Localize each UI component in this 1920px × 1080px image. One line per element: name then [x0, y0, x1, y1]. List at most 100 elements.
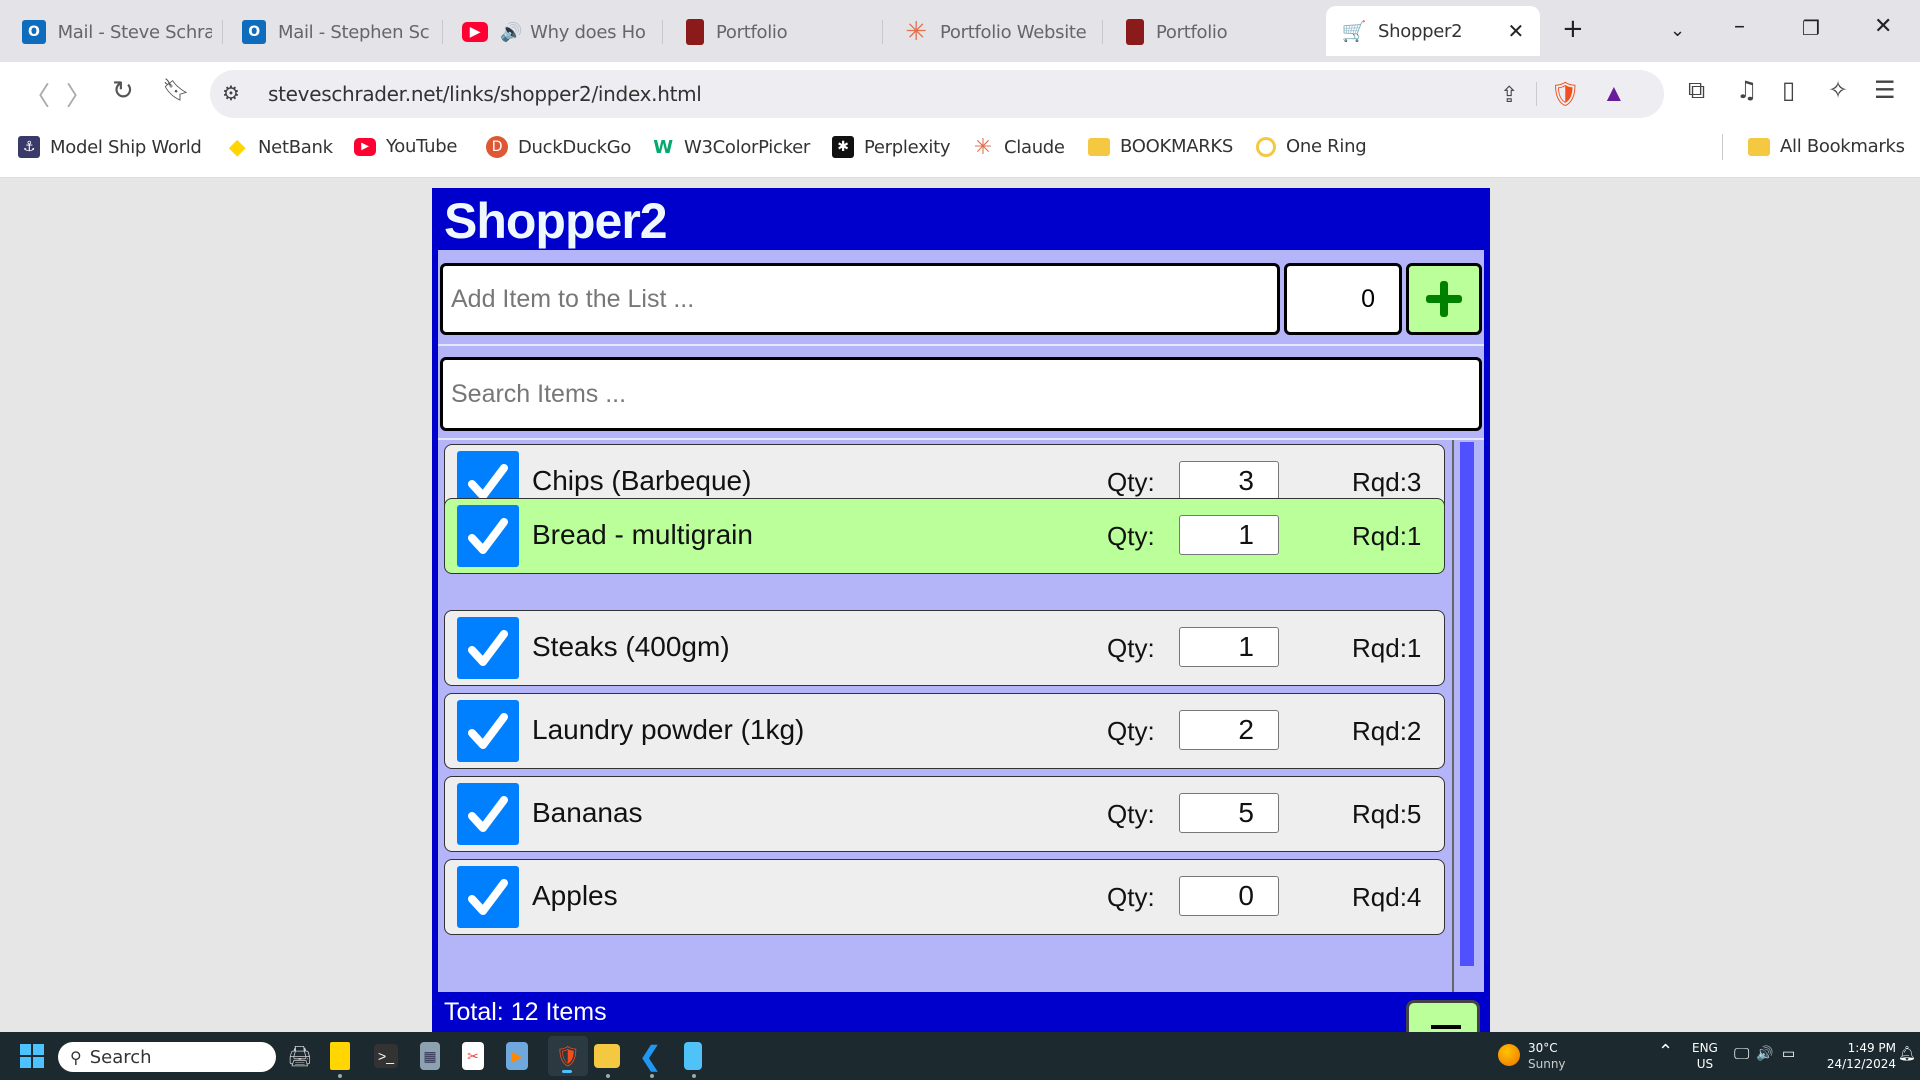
search-input[interactable]: Search Items ...: [440, 357, 1482, 431]
tab-portfolio[interactable]: Portfolio: [686, 12, 876, 52]
bookmark-netbank[interactable]: ◆ NetBank: [226, 135, 333, 160]
site-settings-icon[interactable]: ⚙: [222, 81, 240, 106]
tab-mail-stephen[interactable]: O Mail - Stephen Sc: [242, 12, 432, 52]
bookmark-page-icon[interactable]: 🔖︎: [162, 78, 190, 103]
qty-label: Qty:: [1107, 716, 1155, 746]
bookmark-label: One Ring: [1286, 136, 1367, 157]
tab-mail-steve[interactable]: O Mail - Steve Schra: [22, 12, 212, 52]
close-window-button[interactable]: ✕: [1874, 14, 1892, 39]
bookmark-w3colorpicker[interactable]: W W3ColorPicker: [652, 136, 810, 158]
item-qty-input[interactable]: 5: [1179, 793, 1279, 833]
url-text[interactable]: steveschrader.net/links/shopper2/index.h…: [268, 82, 702, 106]
item-checkbox[interactable]: [457, 700, 519, 762]
running-indicator: [606, 1074, 610, 1078]
add-item-qty-input[interactable]: 0: [1284, 263, 1402, 335]
calculator-icon[interactable]: ▦: [420, 1042, 440, 1070]
sticky-notes-icon[interactable]: [330, 1042, 350, 1070]
tab-separator: [222, 20, 223, 44]
bookmark-duckduckgo[interactable]: D DuckDuckGo: [486, 136, 631, 158]
list-item[interactable]: Steaks (400gm) Qty: 1 Rqd:1: [444, 610, 1445, 686]
list-item[interactable]: Laundry powder (1kg) Qty: 2 Rqd:2: [444, 693, 1445, 769]
tab-label: Why does Ho: [530, 21, 646, 43]
sidebar-icon[interactable]: ▯: [1782, 76, 1795, 104]
media-player-icon[interactable]: ▶: [506, 1042, 528, 1070]
scanner-app-icon[interactable]: 🖨: [286, 1042, 314, 1070]
folder-icon: [1088, 137, 1110, 156]
bookmark-one-ring[interactable]: One Ring: [1256, 136, 1367, 157]
language-line2: US: [1696, 1057, 1714, 1071]
model-ship-world-icon: ⚓: [18, 136, 40, 158]
list-item[interactable]: Bread - multigrain Qty: 1 Rqd:1: [444, 498, 1445, 574]
weather-widget[interactable]: 30°C Sunny: [1528, 1040, 1566, 1072]
item-checkbox[interactable]: [457, 617, 519, 679]
item-list: Chips (Barbeque) Qty: 3 Rqd:3 Bread - multig…: [438, 440, 1452, 992]
item-qty-input[interactable]: 3: [1179, 461, 1279, 501]
forward-button[interactable]: 〉: [66, 76, 92, 113]
tab-strip: O Mail - Steve Schra O Mail - Stephen Sc…: [0, 0, 1920, 62]
item-qty-input[interactable]: 2: [1179, 710, 1279, 750]
tab-search-chevron-icon[interactable]: ⌄: [1670, 20, 1685, 41]
bookmark-claude[interactable]: ✳ Claude: [972, 135, 1065, 160]
tab-separator: [442, 20, 443, 44]
brave-rewards-icon[interactable]: ▲: [1602, 80, 1626, 108]
item-qty-input[interactable]: 1: [1179, 627, 1279, 667]
item-checkbox[interactable]: [457, 866, 519, 928]
bookmark-model-ship-world[interactable]: ⚓ Model Ship World: [18, 136, 202, 158]
tab-shopper2[interactable]: 🛒 Shopper2 ✕: [1326, 6, 1540, 56]
clock[interactable]: 1:49 PM 24/12/2024: [1816, 1040, 1896, 1072]
back-button[interactable]: 〈: [24, 76, 50, 113]
tab-youtube[interactable]: ▶ 🔊 Why does Ho: [462, 12, 652, 52]
volume-icon[interactable]: 🔊: [1756, 1046, 1773, 1062]
bookmark-perplexity[interactable]: ✱ Perplexity: [832, 136, 951, 158]
snipping-tool-icon[interactable]: ✂: [462, 1042, 484, 1070]
bookmark-folder-bookmarks[interactable]: BOOKMARKS: [1088, 136, 1233, 157]
windows-start-icon[interactable]: [20, 1044, 44, 1068]
close-tab-icon[interactable]: ✕: [1508, 19, 1525, 43]
list-scrollbar[interactable]: [1452, 440, 1484, 992]
add-item-input[interactable]: Add Item to the List ...: [440, 263, 1280, 335]
youtube-icon: ▶: [462, 22, 488, 42]
share-icon[interactable]: ⇪: [1500, 82, 1518, 108]
taskbar-search[interactable]: ⚲ Search: [58, 1042, 276, 1072]
media-icon[interactable]: ♫: [1736, 76, 1758, 104]
show-hidden-icons-chevron[interactable]: ⌃: [1658, 1043, 1673, 1061]
reload-button[interactable]: ↻: [112, 76, 134, 106]
notifications-icon[interactable]: 🔔︎: [1898, 1046, 1916, 1062]
bookmark-youtube[interactable]: ▶ YouTube: [354, 136, 457, 157]
vscode-icon[interactable]: ❮: [636, 1041, 664, 1071]
total-count: Total: 12 Items: [444, 998, 607, 1026]
item-checkbox[interactable]: [457, 783, 519, 845]
item-checkbox[interactable]: [457, 505, 519, 567]
item-qty-input[interactable]: 1: [1179, 515, 1279, 555]
scrollbar-thumb[interactable]: [1460, 442, 1474, 966]
taskbar-search-label: Search: [89, 1046, 152, 1068]
extensions-icon[interactable]: ⧉: [1688, 76, 1705, 104]
list-item[interactable]: Apples Qty: 0 Rqd:4: [444, 859, 1445, 935]
tab-portfolio-website[interactable]: ✳ Portfolio Website: [904, 12, 1094, 52]
bookmark-label: DuckDuckGo: [518, 136, 632, 158]
all-bookmarks-button[interactable]: All Bookmarks: [1748, 136, 1905, 157]
list-item[interactable]: Bananas Qty: 5 Rqd:5: [444, 776, 1445, 852]
add-item-button[interactable]: [1406, 263, 1482, 335]
language-indicator[interactable]: ENG US: [1692, 1040, 1718, 1072]
terminal-icon[interactable]: >_: [374, 1044, 398, 1068]
network-icon[interactable]: 🖵: [1734, 1046, 1749, 1062]
sunny-weather-icon: [1498, 1044, 1520, 1066]
item-qty-input[interactable]: 0: [1179, 876, 1279, 916]
notepad-icon[interactable]: [684, 1042, 702, 1070]
new-tab-button[interactable]: +: [1562, 14, 1584, 44]
speaker-icon[interactable]: 🔊: [500, 22, 522, 43]
claude-icon: ✳: [905, 17, 927, 47]
required-qty: Rqd:1: [1352, 521, 1422, 551]
file-explorer-icon[interactable]: [594, 1044, 620, 1068]
minimize-button[interactable]: –: [1734, 14, 1745, 39]
menu-icon[interactable]: ☰: [1874, 76, 1896, 104]
brave-shields-icon[interactable]: 🛡: [1550, 80, 1580, 109]
bookmarks-bar: ⚓ Model Ship World ◆ NetBank ▶ YouTube D…: [0, 122, 1920, 178]
leo-ai-icon[interactable]: ✧: [1828, 76, 1848, 104]
portfolio-book-icon: [1126, 19, 1144, 45]
battery-icon[interactable]: ▭: [1782, 1046, 1795, 1062]
restore-button[interactable]: ❐: [1802, 16, 1820, 40]
tab-portfolio-2[interactable]: Portfolio: [1126, 12, 1316, 52]
address-bar[interactable]: ⚙ steveschrader.net/links/shopper2/index…: [210, 70, 1664, 118]
